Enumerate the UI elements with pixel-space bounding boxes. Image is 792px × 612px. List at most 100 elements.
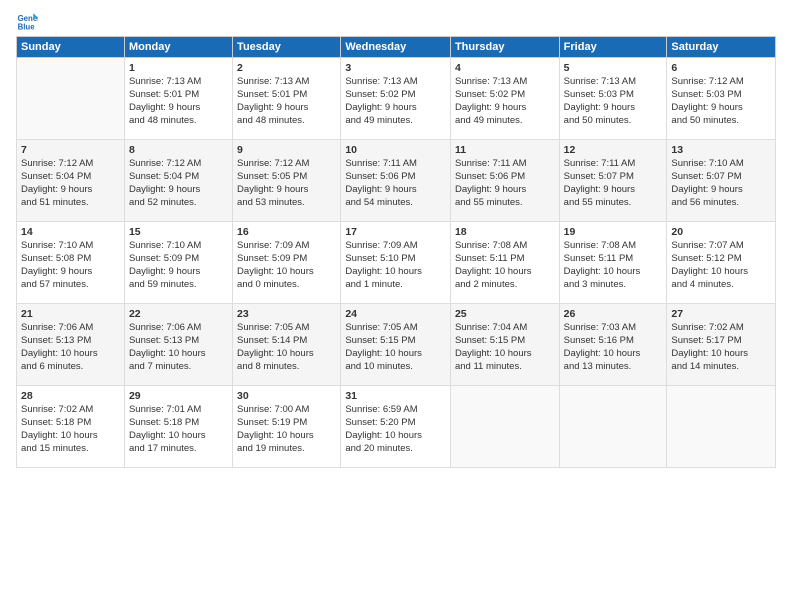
cell-line: Sunrise: 7:06 AM: [21, 322, 120, 335]
cell-line: Daylight: 9 hours: [21, 266, 120, 279]
cell-line: Sunset: 5:16 PM: [564, 335, 663, 348]
calendar-cell-2-1: 15Sunrise: 7:10 AMSunset: 5:09 PMDayligh…: [124, 222, 232, 304]
calendar-cell-4-1: 29Sunrise: 7:01 AMSunset: 5:18 PMDayligh…: [124, 386, 232, 468]
calendar-cell-3-4: 25Sunrise: 7:04 AMSunset: 5:15 PMDayligh…: [450, 304, 559, 386]
header: General Blue: [16, 10, 776, 32]
cell-line: Sunset: 5:15 PM: [455, 335, 555, 348]
calendar-row-0: 1Sunrise: 7:13 AMSunset: 5:01 PMDaylight…: [17, 58, 776, 140]
day-number: 7: [21, 143, 120, 157]
cell-line: Daylight: 10 hours: [564, 266, 663, 279]
cell-line: Sunrise: 7:13 AM: [564, 76, 663, 89]
cell-line: Sunrise: 7:13 AM: [237, 76, 336, 89]
day-number: 21: [21, 307, 120, 321]
cell-line: Daylight: 9 hours: [564, 184, 663, 197]
day-number: 30: [237, 389, 336, 403]
cell-line: Sunset: 5:03 PM: [564, 89, 663, 102]
cell-line: and 50 minutes.: [671, 115, 771, 128]
calendar-cell-2-6: 20Sunrise: 7:07 AMSunset: 5:12 PMDayligh…: [667, 222, 776, 304]
day-number: 25: [455, 307, 555, 321]
cell-line: Sunrise: 6:59 AM: [345, 404, 446, 417]
cell-line: Daylight: 9 hours: [564, 102, 663, 115]
cell-line: Sunset: 5:13 PM: [129, 335, 228, 348]
calendar-body: 1Sunrise: 7:13 AMSunset: 5:01 PMDaylight…: [17, 58, 776, 468]
cell-line: Sunset: 5:06 PM: [345, 171, 446, 184]
col-header-wednesday: Wednesday: [341, 37, 451, 58]
cell-line: Daylight: 9 hours: [345, 184, 446, 197]
cell-line: Sunset: 5:11 PM: [455, 253, 555, 266]
calendar-cell-1-2: 9Sunrise: 7:12 AMSunset: 5:05 PMDaylight…: [233, 140, 341, 222]
day-number: 28: [21, 389, 120, 403]
cell-line: Sunset: 5:09 PM: [129, 253, 228, 266]
cell-line: Daylight: 9 hours: [237, 184, 336, 197]
cell-line: and 19 minutes.: [237, 443, 336, 456]
calendar-cell-2-5: 19Sunrise: 7:08 AMSunset: 5:11 PMDayligh…: [559, 222, 667, 304]
logo: General Blue: [16, 10, 40, 32]
cell-line: and 52 minutes.: [129, 197, 228, 210]
calendar-cell-4-3: 31Sunrise: 6:59 AMSunset: 5:20 PMDayligh…: [341, 386, 451, 468]
calendar-cell-3-2: 23Sunrise: 7:05 AMSunset: 5:14 PMDayligh…: [233, 304, 341, 386]
cell-line: and 13 minutes.: [564, 361, 663, 374]
day-number: 22: [129, 307, 228, 321]
cell-line: Sunset: 5:04 PM: [21, 171, 120, 184]
calendar-cell-4-2: 30Sunrise: 7:00 AMSunset: 5:19 PMDayligh…: [233, 386, 341, 468]
cell-line: Daylight: 10 hours: [671, 348, 771, 361]
calendar-cell-0-0: [17, 58, 125, 140]
day-number: 19: [564, 225, 663, 239]
day-number: 15: [129, 225, 228, 239]
day-number: 27: [671, 307, 771, 321]
cell-line: Sunset: 5:02 PM: [345, 89, 446, 102]
cell-line: and 0 minutes.: [237, 279, 336, 292]
cell-line: Sunrise: 7:05 AM: [237, 322, 336, 335]
cell-line: Sunset: 5:02 PM: [455, 89, 555, 102]
cell-line: Sunset: 5:18 PM: [129, 417, 228, 430]
cell-line: Sunset: 5:15 PM: [345, 335, 446, 348]
cell-line: Sunset: 5:11 PM: [564, 253, 663, 266]
cell-line: and 56 minutes.: [671, 197, 771, 210]
cell-line: and 8 minutes.: [237, 361, 336, 374]
calendar-cell-2-0: 14Sunrise: 7:10 AMSunset: 5:08 PMDayligh…: [17, 222, 125, 304]
cell-line: Sunrise: 7:05 AM: [345, 322, 446, 335]
day-number: 11: [455, 143, 555, 157]
cell-line: and 48 minutes.: [237, 115, 336, 128]
calendar-cell-3-1: 22Sunrise: 7:06 AMSunset: 5:13 PMDayligh…: [124, 304, 232, 386]
cell-line: Daylight: 9 hours: [345, 102, 446, 115]
cell-line: Daylight: 9 hours: [671, 102, 771, 115]
calendar-cell-1-5: 12Sunrise: 7:11 AMSunset: 5:07 PMDayligh…: [559, 140, 667, 222]
cell-line: Daylight: 10 hours: [671, 266, 771, 279]
calendar-table: SundayMondayTuesdayWednesdayThursdayFrid…: [16, 36, 776, 468]
day-number: 10: [345, 143, 446, 157]
cell-line: and 49 minutes.: [345, 115, 446, 128]
cell-line: and 51 minutes.: [21, 197, 120, 210]
cell-line: Daylight: 10 hours: [129, 430, 228, 443]
cell-line: Sunrise: 7:08 AM: [455, 240, 555, 253]
cell-line: Sunset: 5:18 PM: [21, 417, 120, 430]
calendar-cell-1-0: 7Sunrise: 7:12 AMSunset: 5:04 PMDaylight…: [17, 140, 125, 222]
day-number: 14: [21, 225, 120, 239]
cell-line: Sunset: 5:05 PM: [237, 171, 336, 184]
calendar-cell-0-6: 6Sunrise: 7:12 AMSunset: 5:03 PMDaylight…: [667, 58, 776, 140]
day-number: 16: [237, 225, 336, 239]
cell-line: Sunset: 5:07 PM: [671, 171, 771, 184]
col-header-sunday: Sunday: [17, 37, 125, 58]
cell-line: Daylight: 10 hours: [345, 348, 446, 361]
col-header-friday: Friday: [559, 37, 667, 58]
cell-line: Sunset: 5:01 PM: [237, 89, 336, 102]
calendar-cell-4-6: [667, 386, 776, 468]
cell-line: Sunrise: 7:10 AM: [671, 158, 771, 171]
cell-line: Sunrise: 7:07 AM: [671, 240, 771, 253]
cell-line: Daylight: 9 hours: [237, 102, 336, 115]
cell-line: Daylight: 10 hours: [129, 348, 228, 361]
cell-line: and 55 minutes.: [564, 197, 663, 210]
cell-line: Daylight: 9 hours: [129, 102, 228, 115]
calendar-cell-3-5: 26Sunrise: 7:03 AMSunset: 5:16 PMDayligh…: [559, 304, 667, 386]
cell-line: Daylight: 9 hours: [671, 184, 771, 197]
day-number: 31: [345, 389, 446, 403]
col-header-saturday: Saturday: [667, 37, 776, 58]
day-number: 4: [455, 61, 555, 75]
calendar-cell-1-6: 13Sunrise: 7:10 AMSunset: 5:07 PMDayligh…: [667, 140, 776, 222]
cell-line: Sunset: 5:07 PM: [564, 171, 663, 184]
calendar-cell-1-1: 8Sunrise: 7:12 AMSunset: 5:04 PMDaylight…: [124, 140, 232, 222]
calendar-cell-1-4: 11Sunrise: 7:11 AMSunset: 5:06 PMDayligh…: [450, 140, 559, 222]
calendar-cell-3-0: 21Sunrise: 7:06 AMSunset: 5:13 PMDayligh…: [17, 304, 125, 386]
cell-line: Sunset: 5:09 PM: [237, 253, 336, 266]
